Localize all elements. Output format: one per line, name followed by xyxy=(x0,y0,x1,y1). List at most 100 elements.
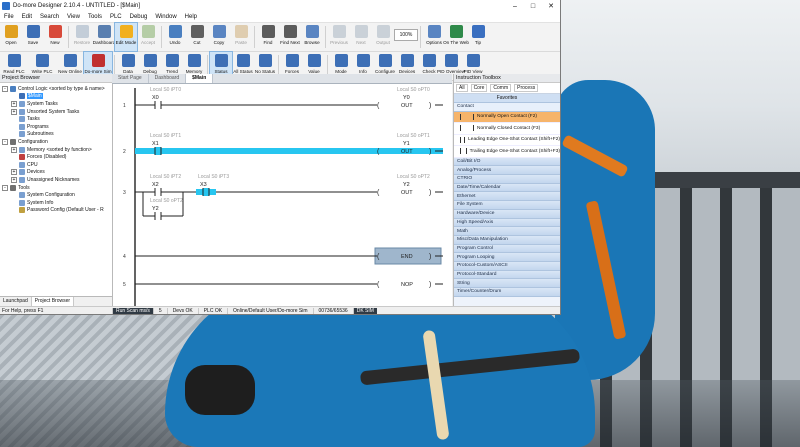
tab-project-browser[interactable]: Project Browser xyxy=(31,297,75,306)
category-high-speed-axis[interactable]: High Speed/Axis xyxy=(454,218,560,228)
tree-item-main[interactable]: $Main xyxy=(2,93,112,101)
doc-tab-dashboard[interactable]: Dashboard xyxy=(149,74,187,83)
menu-plc[interactable]: PLC xyxy=(106,14,126,20)
category-file-system[interactable]: File System xyxy=(454,201,560,210)
edit-mode-button[interactable]: Edit Mode xyxy=(114,22,138,52)
menu-search[interactable]: Search xyxy=(36,14,63,20)
minimize-button[interactable]: – xyxy=(506,0,524,12)
tree-item-tasks[interactable]: Tasks xyxy=(2,115,112,123)
restore-button[interactable]: Restore xyxy=(71,23,93,51)
category-program-looping[interactable]: Program Looping xyxy=(454,253,560,262)
category-protocol-custom-ascii[interactable]: Protocol-Custom/ASCII xyxy=(454,261,560,271)
folder-icon xyxy=(10,85,16,92)
contact-category[interactable]: Contact xyxy=(454,103,560,112)
browse-button[interactable]: Browse xyxy=(301,23,323,51)
previous-button[interactable]: Previous xyxy=(328,23,350,51)
close-button[interactable]: ✕ xyxy=(542,0,560,12)
dashboard-button[interactable]: Dashboard xyxy=(93,23,115,51)
tree-item-system-info[interactable]: System Info xyxy=(2,199,112,207)
menu-help[interactable]: Help xyxy=(181,14,201,20)
instruction-normally-open-contact-f2[interactable]: Normally Open Contact (F2) xyxy=(454,111,560,124)
expand-icon[interactable]: + xyxy=(11,176,17,183)
expand-icon[interactable]: + xyxy=(11,108,17,115)
tree-item-control-logic-sorted-by-type-n[interactable]: - Control Logic <sorted by type & name> xyxy=(2,85,112,93)
category-analog-process[interactable]: Analog/Process xyxy=(454,166,560,176)
tree-item-system-tasks[interactable]: + System Tasks xyxy=(2,100,112,108)
menu-view[interactable]: View xyxy=(63,14,84,20)
filter-process[interactable]: Process xyxy=(514,84,539,92)
next-button[interactable]: Next xyxy=(350,23,372,51)
menu-edit[interactable]: Edit xyxy=(18,14,36,20)
maximize-button[interactable]: □ xyxy=(524,0,542,12)
doc-tab-start-page[interactable]: Start Page xyxy=(112,74,149,83)
category-timer-counter-drum[interactable]: Timer/Counter/Drum xyxy=(454,288,560,297)
menu-debug[interactable]: Debug xyxy=(126,14,152,20)
zoom-select[interactable]: 100% xyxy=(394,29,418,41)
menu-file[interactable]: File xyxy=(0,14,18,20)
find-button[interactable]: Find xyxy=(257,23,279,51)
output-button[interactable]: Output xyxy=(372,23,394,51)
tree-item-forces-disabled[interactable]: Forces (Disabled) xyxy=(2,153,112,161)
collapse-icon[interactable]: - xyxy=(2,85,8,92)
open-button[interactable]: Open xyxy=(0,23,22,51)
category-ethernet[interactable]: Ethernet xyxy=(454,192,560,202)
tree-item-configuration[interactable]: - Configuration xyxy=(2,138,112,146)
tree-item-tools[interactable]: - Tools xyxy=(2,184,112,192)
category-program-control[interactable]: Program Control xyxy=(454,244,560,254)
category-coil-bit-i-o[interactable]: Coil/Bit I/O xyxy=(454,157,560,167)
collapse-icon[interactable]: - xyxy=(2,184,8,191)
category-string[interactable]: String xyxy=(454,279,560,288)
doc-tab-main[interactable]: $Main xyxy=(186,74,214,83)
expand-icon[interactable]: + xyxy=(11,146,17,153)
menu-window[interactable]: Window xyxy=(151,14,180,20)
find-next-button[interactable]: Find Next xyxy=(279,23,301,51)
category-math[interactable]: Math xyxy=(454,227,560,236)
cut-button[interactable]: Cut xyxy=(186,23,208,51)
tree-item-label: System Tasks xyxy=(27,100,58,107)
instruction-leading-edge-one-shot-contac[interactable]: Leading Edge One-Shot Contact (Shift+F2) xyxy=(454,134,560,147)
tab-launchpad[interactable]: Launchpad xyxy=(0,297,32,306)
menu-bar: File Edit Search View Tools PLC Debug Window Hel… xyxy=(0,12,560,23)
undo-button[interactable]: Undo xyxy=(164,23,186,51)
instruction-normally-closed-contact-f3[interactable]: Normally Closed Contact (F3) xyxy=(454,123,560,135)
save-button[interactable]: Save xyxy=(22,23,44,51)
on-the-web-button[interactable]: On The Web xyxy=(443,23,469,51)
ladder-editor[interactable]: 1 Local S0 iPT0 X0 Local S0 oPT0 Y0 (OUT) 2 Loc… xyxy=(113,84,452,306)
category-protocol-standard[interactable]: Protocol-Standard xyxy=(454,270,560,280)
copy-button[interactable]: Copy xyxy=(208,23,230,51)
filter-all[interactable]: All xyxy=(456,84,468,92)
expand-icon[interactable]: + xyxy=(11,169,17,176)
tree-item-cpu[interactable]: CPU xyxy=(2,161,112,169)
instruction-trailing-edge-one-shot-conta[interactable]: Trailing Edge One-Shot Contact (Shift+F3… xyxy=(454,146,560,158)
accept-button[interactable]: Accept xyxy=(137,23,159,51)
new-button[interactable]: New xyxy=(44,23,66,51)
tree-item-memory-sorted-by-function[interactable]: + Memory <sorted by function> xyxy=(2,146,112,154)
button-label: Browse xyxy=(304,40,320,45)
tree-item-unassigned-nicknames[interactable]: + Unassigned Nicknames xyxy=(2,176,112,184)
category-misc-data-manipulation[interactable]: Misc/Data Manipulation xyxy=(454,235,560,245)
power-flow xyxy=(135,148,377,154)
paste-button[interactable]: Paste xyxy=(230,23,252,51)
menu-tools[interactable]: Tools xyxy=(84,14,106,20)
folder-icon xyxy=(19,169,25,176)
tree-item-devices[interactable]: + Devices xyxy=(2,169,112,177)
tree-item-subroutines[interactable]: Subroutines xyxy=(2,131,112,139)
expand-icon[interactable]: + xyxy=(11,100,17,107)
filter-comm[interactable]: Comm xyxy=(490,84,512,92)
category-hardware-device[interactable]: Hardware/Device xyxy=(454,209,560,219)
instruction-label: Normally Open Contact (F2) xyxy=(477,114,537,120)
tree-item-unsorted-system-tasks[interactable]: + Unsorted System Tasks xyxy=(2,108,112,116)
tree-item-system-configuration[interactable]: System Configuration xyxy=(2,191,112,199)
favorites-header[interactable]: Favorites xyxy=(454,94,560,103)
category-ctrio[interactable]: CTRIO xyxy=(454,175,560,184)
collapse-icon[interactable]: - xyxy=(2,138,8,145)
status-devs-ok: Devs OK xyxy=(166,308,198,314)
folder-icon xyxy=(19,100,25,107)
filter-core[interactable]: Core xyxy=(470,84,488,92)
tree-item-password-config-default-user-r[interactable]: Password Config (Default User - R xyxy=(2,207,112,215)
tree-item-programs[interactable]: Programs xyxy=(2,123,112,131)
options-button[interactable]: Options xyxy=(423,23,445,51)
category-date-time-calendar[interactable]: Date/Time/Calendar xyxy=(454,183,560,193)
tip-button[interactable]: Tip xyxy=(467,23,489,51)
